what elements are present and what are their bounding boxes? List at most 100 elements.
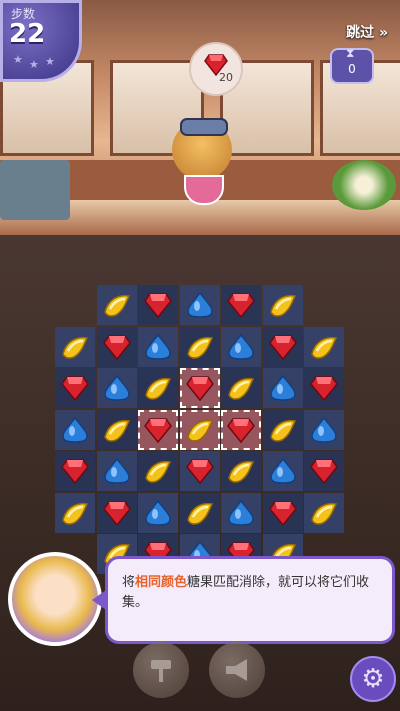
tutorial-text: 将相同颜色糖果匹配消除，就可以将它们收集。 (122, 573, 380, 613)
board-cell[interactable] (55, 326, 95, 367)
goal-indicator: 20 (189, 42, 243, 96)
hourglass-counter: ⧗ 0 (330, 46, 374, 84)
board-cell[interactable] (304, 492, 344, 533)
red-candy-icon (61, 376, 89, 402)
board-cell[interactable] (221, 368, 261, 408)
hammer-icon (151, 660, 171, 682)
red-candy-icon (144, 417, 172, 443)
cash-register-icon (0, 160, 70, 220)
board-cell[interactable] (304, 368, 344, 408)
yellow-candy-icon (311, 336, 338, 359)
board-cell[interactable] (221, 409, 261, 450)
board-cell[interactable] (138, 285, 178, 325)
blue-candy-icon (228, 333, 254, 360)
board-cell[interactable] (179, 451, 220, 491)
goggles-icon (180, 118, 228, 136)
board-cell[interactable] (96, 451, 137, 491)
board-cell[interactable] (262, 451, 303, 491)
red-candy-icon (227, 293, 255, 319)
yellow-candy-icon (103, 294, 130, 317)
board-cell[interactable] (262, 368, 303, 408)
board-cell[interactable] (262, 285, 303, 325)
tutorial-girl-avatar (8, 552, 102, 646)
board-cell[interactable] (138, 492, 178, 533)
board-cell[interactable] (179, 492, 220, 533)
red-candy-icon (185, 376, 214, 402)
board-cell[interactable] (96, 285, 137, 325)
yellow-candy-icon (62, 336, 89, 359)
settings-button[interactable]: ⚙ (350, 656, 396, 702)
yellow-candy-icon (228, 460, 255, 483)
star-icon: ★ (13, 53, 23, 66)
board-cell[interactable] (138, 409, 178, 450)
yellow-candy-icon (186, 419, 213, 442)
board-cell[interactable] (179, 285, 220, 325)
star-icon: ★ (45, 55, 55, 68)
blue-candy-icon (145, 499, 171, 526)
blue-candy-icon (62, 416, 88, 443)
board-cell[interactable] (304, 326, 344, 367)
yellow-candy-icon (103, 419, 130, 442)
skip-button[interactable]: 跳过 » (346, 22, 388, 42)
hourglass-count: 0 (348, 62, 356, 76)
flower-pot-icon (332, 160, 396, 210)
board-cell[interactable] (96, 326, 137, 367)
blue-candy-icon (269, 457, 296, 484)
red-candy-icon (144, 293, 172, 319)
board-cell[interactable] (179, 368, 220, 408)
goal-count: 20 (219, 71, 233, 84)
gear-icon: ⚙ (361, 664, 385, 694)
yellow-candy-icon (186, 336, 213, 359)
tutorial-text-before: 将 (122, 575, 136, 590)
yellow-candy-icon (186, 502, 213, 525)
yellow-candy-icon (269, 419, 296, 442)
moves-value: 22 (9, 19, 46, 49)
yellow-candy-icon (145, 377, 172, 400)
board-cell[interactable] (221, 285, 261, 325)
board-cell[interactable] (304, 409, 344, 450)
board-cell[interactable] (138, 326, 178, 367)
red-candy-icon (185, 459, 214, 485)
board-cell[interactable] (179, 409, 220, 450)
blue-candy-icon (186, 291, 213, 318)
tutorial-text-highlight: 相同颜色 (135, 575, 188, 590)
board-cell[interactable] (96, 409, 137, 450)
red-candy-icon (102, 334, 131, 360)
red-candy-icon (102, 500, 131, 526)
red-candy-icon (310, 459, 338, 485)
blue-candy-icon (269, 374, 296, 401)
star-icon: ★ (29, 58, 39, 71)
yellow-candy-icon (228, 377, 255, 400)
board-cell[interactable] (262, 409, 303, 450)
red-candy-icon (227, 417, 255, 443)
board-cell[interactable] (138, 368, 178, 408)
board-cell[interactable] (221, 451, 261, 491)
red-candy-icon (268, 500, 297, 526)
board-cell[interactable] (96, 368, 137, 408)
board-cell[interactable] (221, 326, 261, 367)
yellow-candy-icon (145, 460, 172, 483)
board-cell[interactable] (304, 451, 344, 491)
board-cell[interactable] (96, 492, 137, 533)
board-cell[interactable] (55, 368, 95, 408)
board-cell[interactable] (138, 451, 178, 491)
board-cell[interactable] (262, 326, 303, 367)
blue-candy-icon (145, 333, 171, 360)
hourglass-icon: ⧗ (346, 46, 355, 60)
blue-candy-icon (228, 499, 254, 526)
hammer-booster-button[interactable] (133, 642, 189, 698)
yellow-candy-icon (311, 502, 338, 525)
tutorial-speech-bubble[interactable]: 将相同颜色糖果匹配消除，就可以将它们收集。 (105, 556, 395, 644)
yellow-candy-icon (62, 502, 89, 525)
board-cell[interactable] (55, 492, 95, 533)
blue-candy-icon (103, 374, 130, 401)
board-cell[interactable] (221, 492, 261, 533)
board-cell[interactable] (179, 326, 220, 367)
board-cell[interactable] (55, 451, 95, 491)
red-candy-icon (61, 459, 89, 485)
board-cell[interactable] (262, 492, 303, 533)
red-candy-icon (268, 334, 297, 360)
board-cell[interactable] (55, 409, 95, 450)
megaphone-booster-button[interactable] (209, 642, 265, 698)
blue-candy-icon (103, 457, 130, 484)
